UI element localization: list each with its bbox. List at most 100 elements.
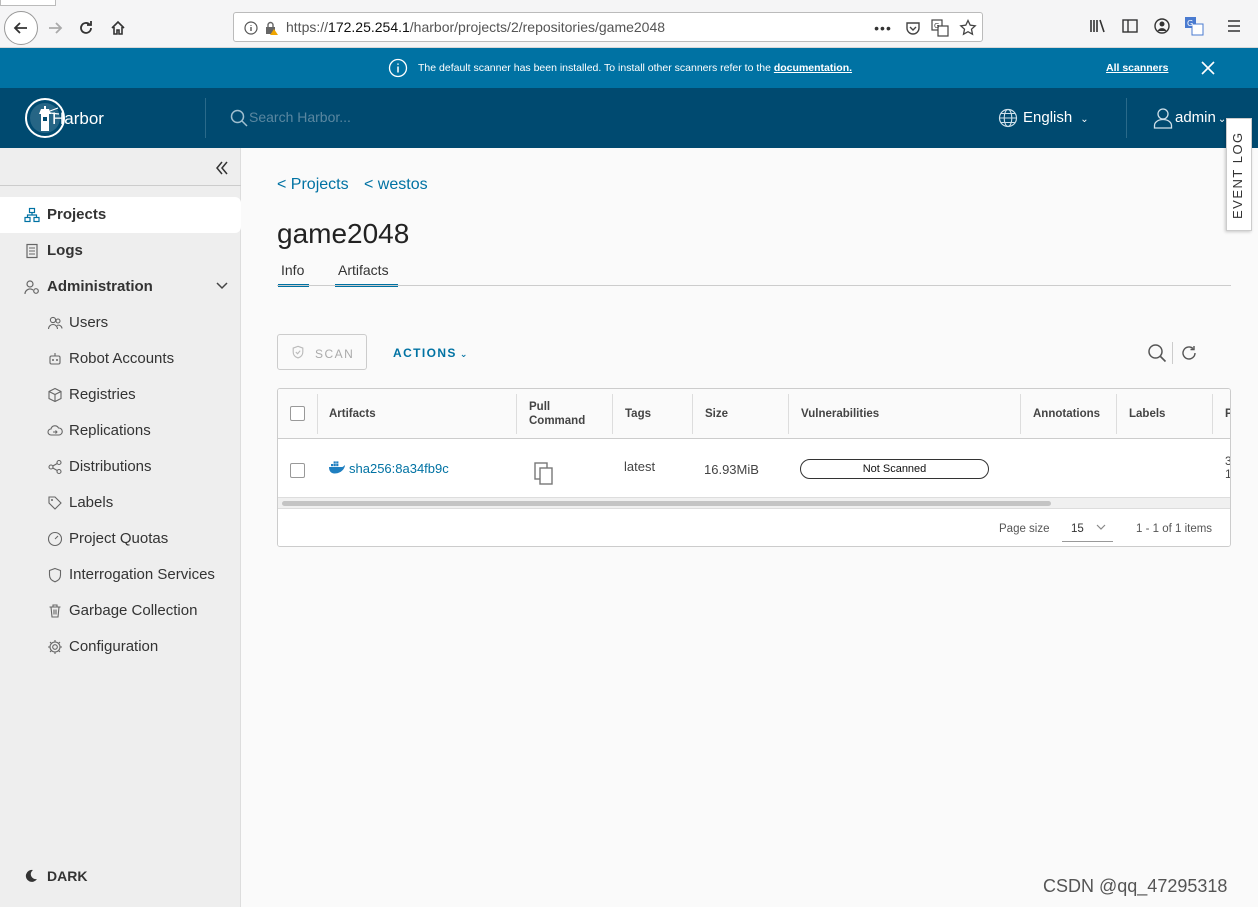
size-value: 16.93MiB	[704, 462, 759, 477]
tab-artifacts[interactable]: Artifacts	[335, 262, 398, 287]
scan-button[interactable]: SCAN	[277, 334, 367, 370]
artifacts-datagrid: Artifacts Pull Command Tags Size Vulnera…	[277, 388, 1231, 547]
scanner-info-banner: The default scanner has been installed. …	[0, 48, 1258, 88]
sidebar-toggle-icon[interactable]	[1118, 14, 1142, 38]
url-text[interactable]: https://172.25.254.1/harbor/projects/2/r…	[286, 19, 665, 35]
tab-info[interactable]: Info	[278, 262, 309, 287]
url-bar[interactable]: https://172.25.254.1/harbor/projects/2/r…	[233, 12, 983, 42]
artifact-digest-link[interactable]: sha256:8a34fb9c	[349, 461, 449, 476]
sidebar-item-projects[interactable]: Projects	[0, 197, 241, 233]
global-search-input[interactable]: Search Harbor...	[249, 109, 351, 125]
sidebar-item-project-quotas[interactable]: Project Quotas	[0, 521, 241, 557]
chevron-down-icon: ⌄	[1217, 114, 1227, 125]
chevron-down-icon: ⌄	[459, 349, 469, 359]
copy-icon[interactable]	[534, 462, 554, 486]
browser-tab[interactable]	[0, 0, 56, 6]
banner-message: The default scanner has been installed. …	[418, 62, 853, 74]
account-icon[interactable]	[1150, 14, 1174, 38]
info-icon[interactable]	[242, 19, 260, 37]
search-icon[interactable]	[230, 109, 248, 127]
reload-button[interactable]	[70, 12, 102, 44]
row-checkbox[interactable]	[290, 463, 305, 478]
sidebar-item-distributions[interactable]: Distributions	[0, 449, 241, 485]
sidebar-item-label: Users	[69, 314, 109, 331]
column-header-push-time[interactable]: P	[1225, 407, 1230, 421]
breadcrumb-project-westos[interactable]: < westos	[364, 176, 428, 194]
sidebar-item-garbage-collection[interactable]: Garbage Collection	[0, 593, 241, 629]
share-icon	[47, 459, 63, 475]
back-button[interactable]	[4, 11, 38, 45]
cloud-sync-icon	[47, 423, 63, 439]
sidebar-item-labels[interactable]: Labels	[0, 485, 241, 521]
select-all-checkbox[interactable]	[290, 406, 305, 421]
column-header-annotations[interactable]: Annotations	[1033, 407, 1100, 421]
actions-dropdown[interactable]: ACTIONS ⌄	[393, 346, 469, 360]
bookmark-star-icon[interactable]	[959, 19, 977, 37]
page-actions-icon[interactable]: •••	[874, 19, 892, 37]
svg-text:G: G	[934, 22, 939, 30]
dark-mode-toggle[interactable]: DARK	[24, 868, 87, 884]
column-header-vulnerabilities[interactable]: Vulnerabilities	[801, 407, 879, 421]
sidebar-item-label: Labels	[69, 494, 114, 511]
browser-toolbar: https://172.25.254.1/harbor/projects/2/r…	[0, 0, 1258, 48]
page-size-label: Page size	[999, 523, 1050, 535]
language-dropdown[interactable]: English ⌄	[1023, 109, 1089, 126]
chevron-down-icon: ⌄	[1080, 114, 1089, 125]
documentation-link[interactable]: documentation.	[774, 62, 852, 74]
user-menu[interactable]: admin ⌄	[1175, 109, 1226, 126]
pocket-icon[interactable]	[904, 19, 922, 37]
administration-icon	[24, 279, 40, 295]
close-banner-button[interactable]	[1199, 59, 1217, 77]
sidebar-item-replications[interactable]: Replications	[0, 413, 241, 449]
library-icon[interactable]	[1086, 14, 1110, 38]
datagrid-footer: Page size 15 1 - 1 of 1 items	[278, 508, 1230, 546]
globe-icon[interactable]	[998, 108, 1018, 128]
refresh-icon[interactable]	[1180, 344, 1198, 362]
sidebar-item-logs[interactable]: Logs	[0, 233, 241, 269]
table-row[interactable]: sha256:8a34fb9c latest 16.93MiB Not Scan…	[278, 440, 1230, 497]
translate-icon[interactable]: G	[931, 19, 949, 37]
translate-extension-icon[interactable]: G	[1182, 14, 1206, 38]
column-header-pull-command[interactable]: Pull Command	[529, 400, 585, 428]
column-header-size[interactable]: Size	[705, 407, 728, 421]
menu-icon[interactable]	[1222, 14, 1246, 38]
search-icon[interactable]	[1147, 343, 1167, 363]
breadcrumb-projects[interactable]: < Projects	[277, 176, 349, 194]
logs-icon	[24, 243, 40, 259]
scrollbar-thumb[interactable]	[282, 501, 1051, 506]
svg-text:G: G	[1187, 19, 1193, 28]
sidebar-item-robot-accounts[interactable]: Robot Accounts	[0, 341, 241, 377]
robot-icon	[47, 351, 63, 367]
event-log-tab[interactable]: EVENT LOG	[1226, 118, 1252, 231]
tag-icon	[47, 495, 63, 511]
sidebar-item-registries[interactable]: Registries	[0, 377, 241, 413]
insecure-lock-icon[interactable]	[262, 19, 280, 37]
page-title: game2048	[277, 218, 410, 249]
sidebar-item-interrogation-services[interactable]: Interrogation Services	[0, 557, 241, 593]
forward-button[interactable]	[39, 12, 71, 44]
item-count: 1 - 1 of 1 items	[1136, 523, 1213, 535]
push-time-partial: 31	[1225, 455, 1230, 481]
page-size-select[interactable]: 15	[1071, 523, 1084, 535]
home-button[interactable]	[102, 12, 134, 44]
sidebar-item-administration[interactable]: Administration	[0, 269, 241, 305]
user-icon[interactable]	[1153, 107, 1173, 129]
sidebar-item-label: Logs	[47, 242, 83, 259]
sidebar-item-label: Replications	[69, 422, 151, 439]
watermark: CSDN @qq_47295318	[1043, 876, 1228, 896]
users-icon	[47, 315, 63, 331]
chevron-down-icon	[215, 281, 229, 291]
horizontal-scrollbar[interactable]	[278, 497, 1230, 508]
sidebar-item-users[interactable]: Users	[0, 305, 241, 341]
column-header-tags[interactable]: Tags	[625, 407, 651, 421]
cube-icon	[47, 387, 63, 403]
chevron-down-icon[interactable]	[1096, 523, 1106, 531]
datagrid-header: Artifacts Pull Command Tags Size Vulnera…	[278, 389, 1230, 439]
column-header-labels[interactable]: Labels	[1129, 407, 1165, 421]
app-name[interactable]: Harbor	[52, 109, 104, 129]
sidebar-item-configuration[interactable]: Configuration	[0, 629, 241, 665]
collapse-sidebar-icon[interactable]	[212, 158, 232, 178]
column-header-artifacts[interactable]: Artifacts	[329, 407, 376, 421]
shield-icon	[291, 345, 305, 359]
all-scanners-link[interactable]: All scanners	[1106, 62, 1168, 74]
